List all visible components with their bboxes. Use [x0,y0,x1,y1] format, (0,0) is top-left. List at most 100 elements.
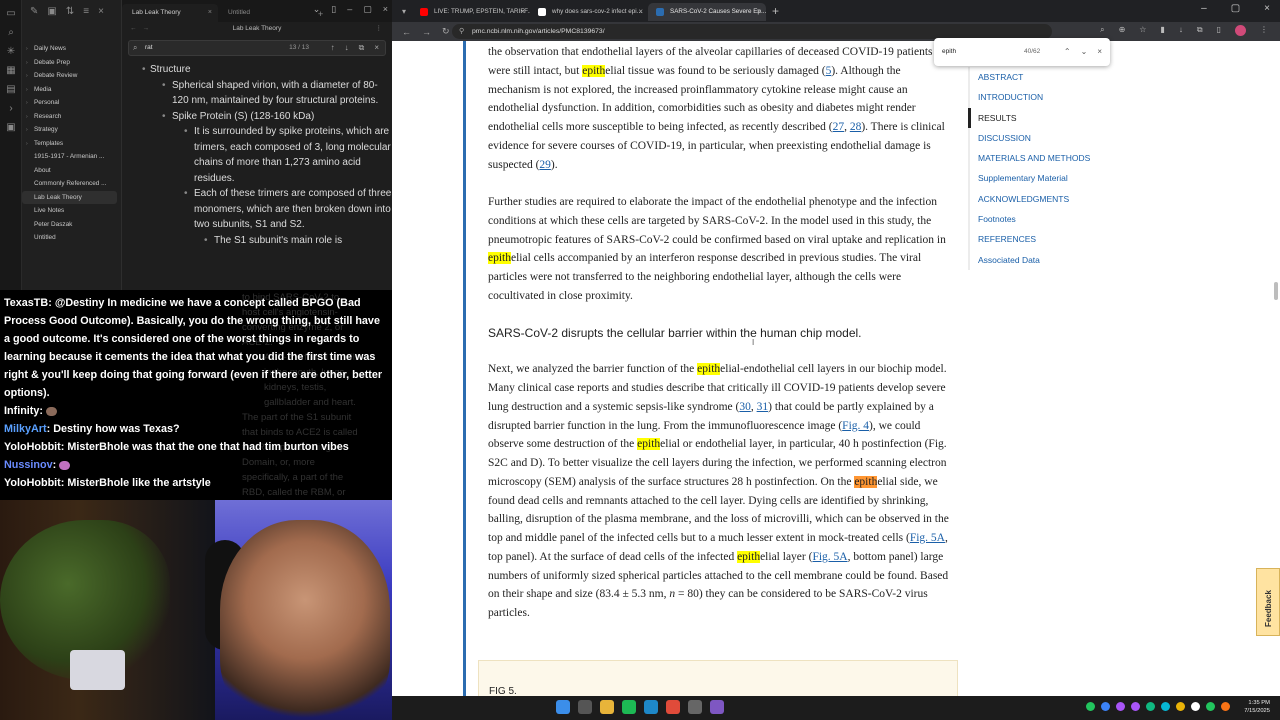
more-options-icon[interactable]: ⋮ [376,22,383,36]
toc-link[interactable]: Footnotes [970,209,1118,229]
file-item[interactable]: About [22,164,121,178]
tray-app-icon[interactable] [1221,702,1230,711]
close-tab-icon[interactable]: × [638,3,643,21]
spotify-icon[interactable] [622,700,636,714]
chat-username[interactable]: YoloHobbit [4,441,61,453]
chevron-down-icon[interactable]: ⌄ [1081,38,1088,66]
site-info-icon[interactable]: ⚲ [459,24,464,39]
edge-icon[interactable] [644,700,658,714]
obs-icon[interactable] [688,700,702,714]
browser-tab[interactable]: LIVE: TRUMP, EPSTEIN, TARIFF... × [412,3,530,21]
new-tab-icon[interactable]: + [772,4,779,18]
in-note-search[interactable]: ⌕ rat 13 / 13 ↑ ↓ ⧉ × [128,40,386,56]
citation-link[interactable]: 27 [833,121,845,133]
toc-link[interactable]: Associated Data [970,250,1118,270]
search-input[interactable]: rat [145,44,153,51]
close-icon[interactable]: × [98,6,104,17]
file-item[interactable]: Lab Leak Theory [22,190,117,204]
url-field[interactable]: ⚲ pmc.ncbi.nlm.nih.gov/articles/PMC81396… [452,24,1052,39]
chevron-down-icon[interactable]: ⌄ [313,4,321,15]
tab-untitled[interactable]: Untitled [218,4,314,22]
maximize-icon[interactable]: ▢ [363,4,372,15]
tray-app-icon[interactable] [1191,702,1200,711]
daily-note-icon[interactable]: ▤ [5,85,17,95]
scrollbar-thumb[interactable] [1274,282,1278,300]
file-item[interactable]: Live Notes [22,204,121,218]
chat-username[interactable]: MilkyArt [4,423,47,435]
figure-link[interactable]: Fig. 5A [812,551,847,563]
template-icon[interactable]: ▣ [5,123,17,133]
zoom-icon[interactable]: ⊕ [1119,25,1126,36]
bookmark-star-icon[interactable]: ☆ [1139,25,1146,36]
arrow-down-icon[interactable]: ↓ [345,41,349,55]
toc-link[interactable]: MATERIALS AND METHODS [970,148,1118,168]
folder-item[interactable]: › Research [22,110,121,124]
folder-item[interactable]: › Personal [22,96,121,110]
toc-link[interactable]: INTRODUCTION [970,87,1118,107]
task-view-icon[interactable] [578,700,592,714]
close-icon[interactable]: × [1264,3,1270,14]
browser-tab[interactable]: why does sars-cov-2 infect epi... × [530,3,648,21]
find-in-page-bar[interactable]: epith 40/62 ⌃ ⌄ × [934,38,1110,66]
folder-item[interactable]: › Templates [22,137,121,151]
citation-link[interactable]: 28 [850,121,862,133]
toc-link[interactable]: ABSTRACT [970,67,1118,87]
sidepanel-icon[interactable]: ▯ [1217,25,1221,36]
file-item[interactable]: 1915-1917 - Armenian ... [22,150,121,164]
canvas-icon[interactable]: ▦ [5,66,17,76]
close-icon[interactable]: × [374,41,379,55]
page-scrollbar[interactable] [1274,42,1278,696]
citation-link[interactable]: 31 [757,401,769,413]
toc-link[interactable]: DISCUSSION [970,128,1118,148]
toc-link[interactable]: ACKNOWLEDGMENTS [970,189,1118,209]
tab-search-icon[interactable]: ▾ [402,7,406,16]
chat-username[interactable]: Nussinov [4,459,53,471]
sidebar-toggle-icon[interactable]: ▯ [331,4,336,15]
arrow-up-icon[interactable]: ↑ [331,41,335,55]
new-note-icon[interactable]: ✎ [30,6,38,17]
file-item[interactable]: Commonly Referenced ... [22,177,121,191]
files-icon[interactable]: ▭ [5,9,17,19]
toc-link[interactable]: REFERENCES [970,229,1118,249]
figure-link[interactable]: Fig. 5A [910,532,945,544]
windows-start-icon[interactable] [556,700,570,714]
maximize-icon[interactable]: ▢ [1231,3,1240,14]
tray-app-icon[interactable] [1116,702,1125,711]
find-input[interactable]: epith [942,48,956,55]
tray-app-icon[interactable] [1086,702,1095,711]
profile-avatar[interactable] [1235,25,1246,36]
close-tab-icon[interactable]: × [520,3,525,21]
folder-item[interactable]: › Debate Prep [22,56,121,70]
search-icon[interactable]: ⌕ [5,28,17,38]
close-icon[interactable]: × [1097,38,1102,66]
citation-link[interactable]: 30 [739,401,751,413]
toc-link[interactable]: Supplementary Material [970,168,1118,188]
menu-icon[interactable]: ⋮ [1260,25,1268,36]
minimize-icon[interactable]: – [1201,3,1207,14]
command-icon[interactable]: › [5,104,17,114]
citation-link[interactable]: 29 [539,159,551,171]
tray-app-icon[interactable] [1176,702,1185,711]
chat-username[interactable]: TexasTB [4,297,48,309]
obsidian-icon[interactable] [710,700,724,714]
new-folder-icon[interactable]: ▣ [47,6,56,17]
figure-link[interactable]: Fig. 4 [842,420,869,432]
taskbar-clock[interactable]: 1:35 PM 7/15/2025 [1244,699,1270,715]
puzzle-icon[interactable]: ⧉ [1197,25,1203,36]
folder-item[interactable]: › Strategy [22,123,121,137]
chat-username[interactable]: YoloHobbit [4,477,61,489]
forward-icon[interactable]: → [422,27,432,37]
tray-app-icon[interactable] [1206,702,1215,711]
tray-app-icon[interactable] [1131,702,1140,711]
back-icon[interactable]: ← [402,27,412,37]
file-item[interactable]: Peter Daszak [22,218,121,232]
folder-item[interactable]: › Daily News [22,42,121,56]
minimize-icon[interactable]: – [347,4,352,15]
folder-item[interactable]: › Debate Review [22,69,121,83]
tray-app-icon[interactable] [1146,702,1155,711]
extension-icon[interactable]: ▮ [1160,25,1164,36]
replace-icon[interactable]: ⧉ [359,41,365,55]
file-item[interactable]: Untitled [22,231,121,245]
collapse-icon[interactable]: ≡ [83,6,89,17]
toc-link[interactable]: RESULTS [968,107,1118,128]
